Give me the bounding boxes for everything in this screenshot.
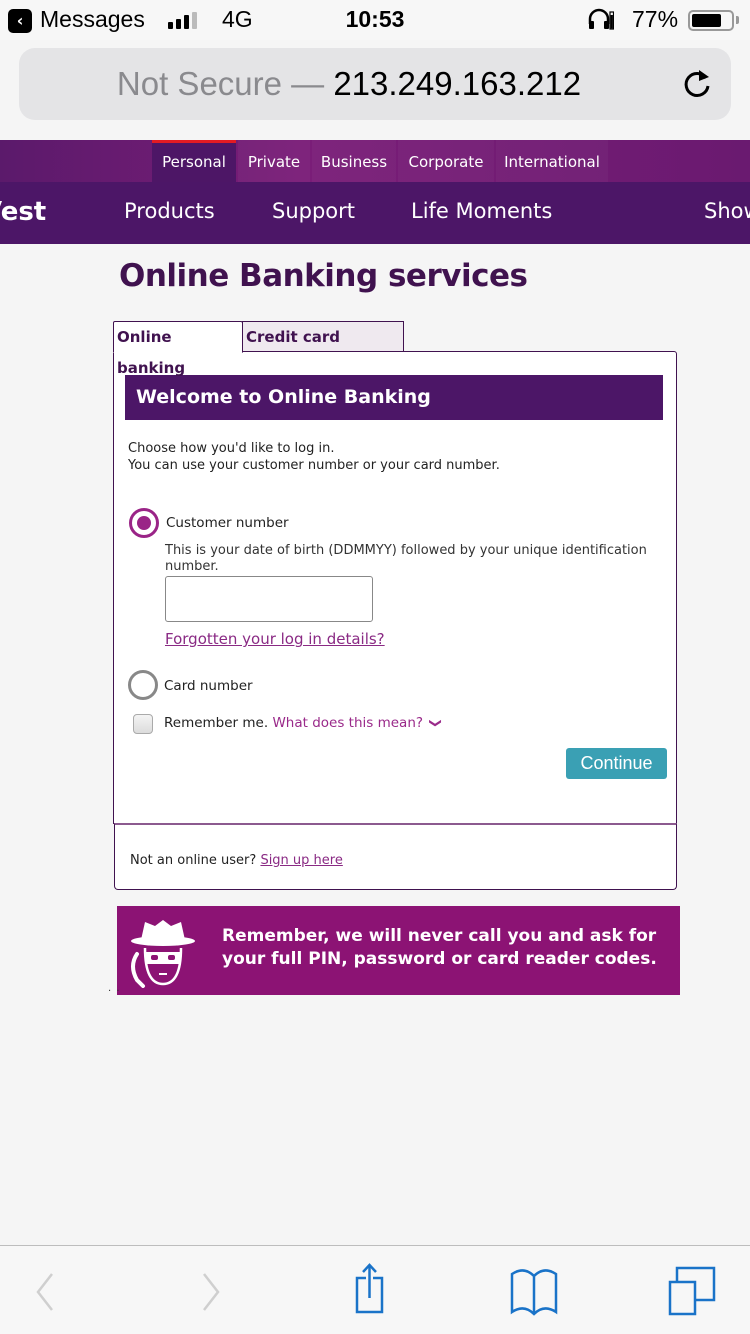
security-warning: Not Secure — xyxy=(116,65,325,102)
card-number-label[interactable]: Card number xyxy=(164,678,253,694)
sign-up-link[interactable]: Sign up here xyxy=(260,853,342,868)
intro-line-2: You can use your customer number or your… xyxy=(128,458,500,473)
segment-nav: Personal Private Business Corporate Inte… xyxy=(0,140,750,182)
panel-heading: Welcome to Online Banking xyxy=(125,375,663,420)
status-bar: ‹ Messages 4G 10:53 77% xyxy=(0,0,750,40)
battery-percent: 77% xyxy=(632,6,679,32)
remember-me-checkbox[interactable] xyxy=(133,714,153,734)
share-icon[interactable] xyxy=(344,1262,404,1318)
customer-number-help: This is your date of birth (DDMMYY) foll… xyxy=(165,543,647,574)
remember-me-label[interactable]: Remember me. xyxy=(164,715,268,731)
forgotten-login-link[interactable]: Forgotten your log in details? xyxy=(165,630,385,648)
chevron-down-icon[interactable]: ❯ xyxy=(429,718,443,728)
remember-me-row: Remember me. What does this mean? ❯ xyxy=(164,715,443,731)
intro-line-1: Choose how you'd like to log in. xyxy=(128,441,335,456)
segment-corporate[interactable]: Corporate xyxy=(398,140,494,182)
customer-number-radio[interactable] xyxy=(129,508,159,538)
what-does-this-mean-link[interactable]: What does this mean? xyxy=(272,715,423,731)
fraudster-phone-icon xyxy=(131,920,195,988)
main-nav: Vest Products Support Life Moments Show xyxy=(0,182,750,244)
continue-button[interactable]: Continue xyxy=(566,748,667,779)
nav-products[interactable]: Products xyxy=(124,182,215,244)
tab-online-banking[interactable]: Online banking xyxy=(113,321,243,377)
customer-number-input[interactable] xyxy=(165,576,373,622)
reload-icon[interactable] xyxy=(679,66,715,102)
address-bar[interactable]: Not Secure — 213.249.163.212 xyxy=(19,48,731,120)
page-title: Online Banking services xyxy=(119,258,528,294)
forward-icon[interactable] xyxy=(180,1262,240,1318)
signup-row: Not an online user? Sign up here xyxy=(130,853,343,868)
bookmarks-icon[interactable] xyxy=(504,1262,564,1318)
login-intro: Choose how you'd like to log in. You can… xyxy=(128,440,500,474)
nav-support[interactable]: Support xyxy=(272,182,355,244)
nav-life-moments[interactable]: Life Moments xyxy=(411,182,552,244)
battery-tip xyxy=(736,16,739,24)
banner-line-2: your full PIN, password or card reader c… xyxy=(222,949,657,969)
segment-international[interactable]: International xyxy=(496,140,608,182)
security-warning-banner: Remember, we will never call you and ask… xyxy=(117,906,680,995)
segment-private[interactable]: Private xyxy=(238,140,310,182)
nav-show-more[interactable]: Show xyxy=(704,182,750,244)
segment-personal[interactable]: Personal xyxy=(152,140,236,182)
browser-toolbar xyxy=(0,1245,750,1334)
url-host: 213.249.163.212 xyxy=(333,65,582,102)
url-display[interactable]: Not Secure — 213.249.163.212 xyxy=(19,65,679,103)
headphones-icon xyxy=(588,8,614,30)
tabs-icon[interactable] xyxy=(664,1262,724,1318)
brand-logo[interactable]: Vest xyxy=(0,182,46,244)
back-icon[interactable] xyxy=(14,1262,74,1318)
not-online-user-text: Not an online user? xyxy=(130,853,257,868)
card-number-radio[interactable] xyxy=(128,670,158,700)
tab-credit-card-services[interactable]: Credit card services xyxy=(242,321,404,377)
segment-business[interactable]: Business xyxy=(312,140,396,182)
security-warning-text: Remember, we will never call you and ask… xyxy=(222,925,657,971)
customer-number-label[interactable]: Customer number xyxy=(166,515,289,531)
battery-icon xyxy=(688,10,734,31)
stray-dots: · · xyxy=(108,986,121,997)
banner-line-1: Remember, we will never call you and ask… xyxy=(222,926,657,946)
